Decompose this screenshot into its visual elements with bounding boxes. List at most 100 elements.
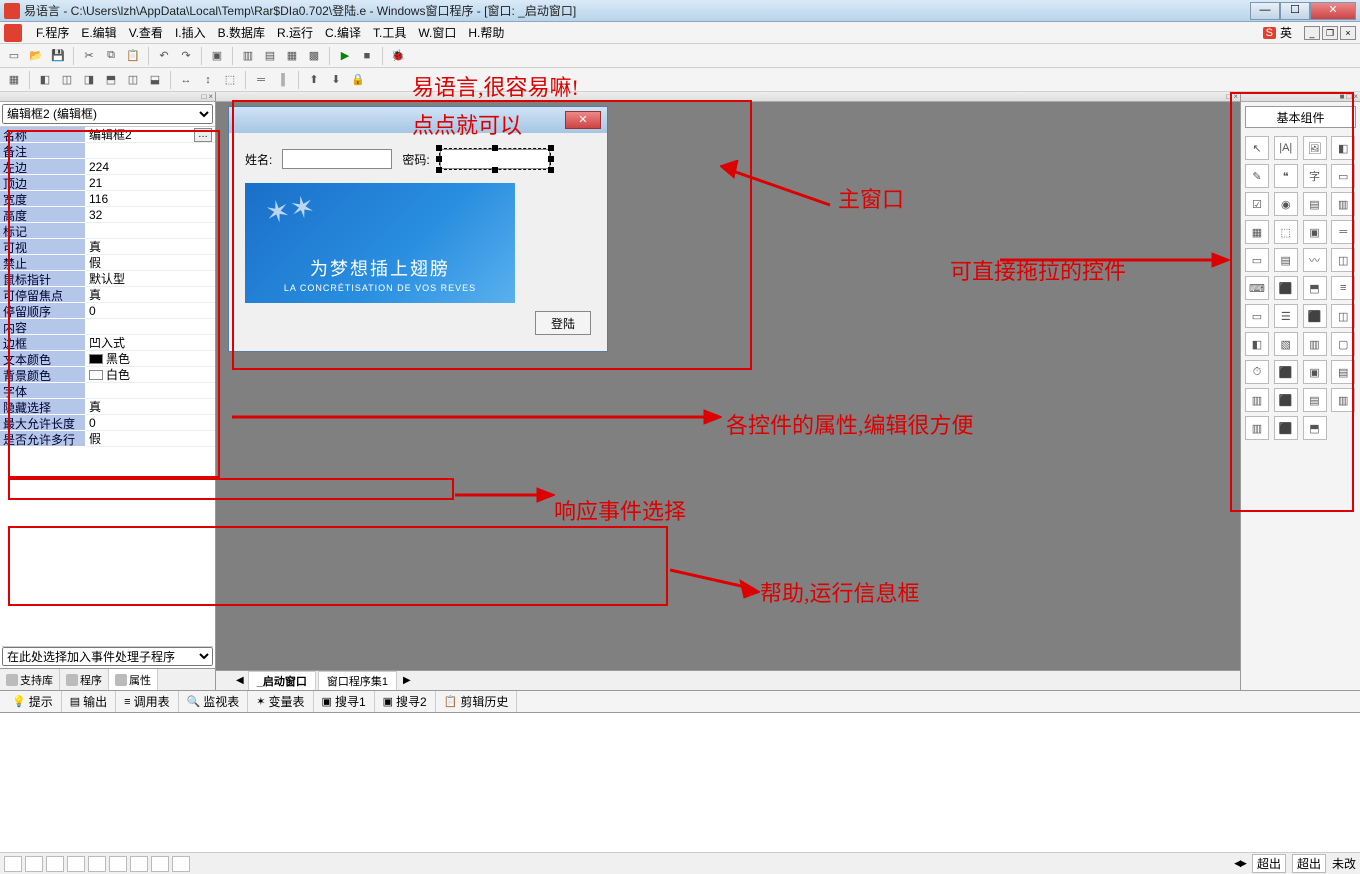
property-value[interactable]: 真	[86, 287, 215, 303]
canvas-close-icon[interactable]: ×	[1233, 92, 1238, 101]
property-row[interactable]: 可停留焦点真	[0, 287, 215, 303]
toolbox-item[interactable]: ⬛	[1303, 304, 1327, 328]
toolbox-item[interactable]: 〰	[1303, 248, 1327, 272]
mdi-minimize-button[interactable]: _	[1304, 26, 1320, 40]
mdi-restore-button[interactable]: ❐	[1322, 26, 1338, 40]
property-value[interactable]: 凹入式	[86, 335, 215, 351]
toolbox-item[interactable]: 字	[1303, 164, 1327, 188]
toolbox-item[interactable]: ▥	[1245, 388, 1269, 412]
tab-clipboard[interactable]: 📋剪辑历史	[436, 691, 518, 712]
toolbox-item[interactable]: ☑	[1245, 192, 1269, 216]
maximize-button[interactable]: ☐	[1280, 2, 1310, 20]
tab-search2[interactable]: ▣搜寻2	[375, 691, 436, 712]
canvas-pin-icon[interactable]: □	[1226, 92, 1231, 101]
menu-help[interactable]: H.帮助	[462, 22, 510, 43]
property-value[interactable]: 0	[86, 303, 215, 319]
tab-program[interactable]: 程序	[60, 669, 109, 690]
component-selector[interactable]: 编辑框2 (编辑框)	[2, 104, 213, 124]
layout4-icon[interactable]: ▩	[304, 46, 324, 66]
toolbox-item[interactable]: ▧	[1274, 332, 1298, 356]
property-value[interactable]: 真	[86, 399, 215, 415]
property-value[interactable]: 默认型	[86, 271, 215, 287]
cut-icon[interactable]: ✂	[79, 46, 99, 66]
property-row[interactable]: 停留顺序0	[0, 303, 215, 319]
front-icon[interactable]: ⬆	[304, 70, 324, 90]
property-value[interactable]: 21	[86, 175, 215, 191]
toolbox-item[interactable]: ▥	[1303, 332, 1327, 356]
property-row[interactable]: 鼠标指针默认型	[0, 271, 215, 287]
ime-mode[interactable]: 英	[1280, 24, 1292, 41]
ellipsis-button[interactable]: …	[194, 128, 212, 142]
property-row[interactable]: 字体	[0, 383, 215, 399]
toolbox-item[interactable]: ▤	[1303, 192, 1327, 216]
dialog-close-button[interactable]: ✕	[565, 111, 601, 129]
align-top-icon[interactable]: ⬒	[101, 70, 121, 90]
toolbox-item[interactable]: ⬛	[1274, 416, 1298, 440]
menu-program[interactable]: F.程序	[30, 22, 75, 43]
scroll-arrows-icon[interactable]: ◀▶	[1234, 858, 1246, 869]
toolbox-close-icon[interactable]: ×	[1353, 92, 1358, 101]
layout1-icon[interactable]: ▥	[238, 46, 258, 66]
toolbox-item[interactable]: ▤	[1303, 388, 1327, 412]
property-value[interactable]: 黑色	[86, 351, 215, 367]
menu-database[interactable]: B.数据库	[212, 22, 271, 43]
designed-dialog[interactable]: ✕ 姓名: 密码: ✶✶ 为梦想插上翅膀	[228, 106, 608, 352]
property-row[interactable]: 标记	[0, 223, 215, 239]
property-row[interactable]: 背景颜色白色	[0, 367, 215, 383]
toolbox-item[interactable]: ◧	[1245, 332, 1269, 356]
toolbox-category-button[interactable]: 基本组件	[1245, 106, 1356, 128]
toolbox-item[interactable]: ▤	[1331, 360, 1355, 384]
toolbox-item[interactable]: ▦	[1245, 220, 1269, 244]
menu-compile[interactable]: C.编译	[319, 22, 367, 43]
toolbox-item[interactable]: ⏱	[1245, 360, 1269, 384]
property-row[interactable]: 备注	[0, 143, 215, 159]
toolbox-item[interactable]: 🖼	[1303, 136, 1327, 160]
menu-tool[interactable]: T.工具	[367, 22, 412, 43]
form-icon[interactable]: ▣	[207, 46, 227, 66]
toolbox-item[interactable]: |A|	[1274, 136, 1298, 160]
toolbox-item[interactable]: ⬒	[1303, 416, 1327, 440]
menu-window[interactable]: W.窗口	[412, 22, 462, 43]
login-button[interactable]: 登陆	[535, 311, 591, 335]
dialog-titlebar[interactable]: ✕	[229, 107, 607, 133]
toolbox-item[interactable]: ▥	[1245, 416, 1269, 440]
vspace-icon[interactable]: ║	[273, 70, 293, 90]
property-row[interactable]: 可视真	[0, 239, 215, 255]
property-value[interactable]: 真	[86, 239, 215, 255]
design-canvas[interactable]: □× ✕ 姓名: 密码:	[216, 92, 1240, 690]
property-value[interactable]: 假	[86, 431, 215, 447]
panel-pin-icon[interactable]: □	[201, 92, 206, 101]
property-row[interactable]: 是否允许多行假	[0, 431, 215, 447]
tab-startup-window[interactable]: _启动窗口	[248, 671, 316, 690]
copy-icon[interactable]: ⧉	[101, 46, 121, 66]
same-width-icon[interactable]: ↔	[176, 70, 196, 90]
toolbox-menu-icon[interactable]: □	[1346, 92, 1351, 101]
align-middle-icon[interactable]: ◫	[123, 70, 143, 90]
menu-view[interactable]: V.查看	[123, 22, 169, 43]
minimize-button[interactable]: —	[1250, 2, 1280, 20]
username-input[interactable]	[282, 149, 392, 169]
toolbox-item[interactable]: ▤	[1274, 248, 1298, 272]
property-row[interactable]: 最大允许长度0	[0, 415, 215, 431]
hspace-icon[interactable]: ═	[251, 70, 271, 90]
close-button[interactable]: ✕	[1310, 2, 1356, 20]
property-value[interactable]	[86, 143, 215, 159]
property-row[interactable]: 隐藏选择真	[0, 399, 215, 415]
property-value[interactable]	[86, 223, 215, 239]
layout3-icon[interactable]: ▦	[282, 46, 302, 66]
toolbox-item[interactable]: ▣	[1303, 360, 1327, 384]
undo-icon[interactable]: ↶	[154, 46, 174, 66]
tab-window-set[interactable]: 窗口程序集1	[318, 671, 397, 690]
mdi-close-button[interactable]: ×	[1340, 26, 1356, 40]
toolbox-item[interactable]: ▭	[1245, 304, 1269, 328]
toolbox-item[interactable]: ⌨	[1245, 276, 1269, 300]
property-value[interactable]: 116	[86, 191, 215, 207]
property-value[interactable]	[86, 383, 215, 399]
open-icon[interactable]: 📂	[26, 46, 46, 66]
align-center-icon[interactable]: ◫	[57, 70, 77, 90]
property-row[interactable]: 边框凹入式	[0, 335, 215, 351]
toolbox-item[interactable]: ▣	[1303, 220, 1327, 244]
property-row[interactable]: 禁止假	[0, 255, 215, 271]
tab-search1[interactable]: ▣搜寻1	[314, 691, 375, 712]
toolbox-item[interactable]: ⬚	[1274, 220, 1298, 244]
